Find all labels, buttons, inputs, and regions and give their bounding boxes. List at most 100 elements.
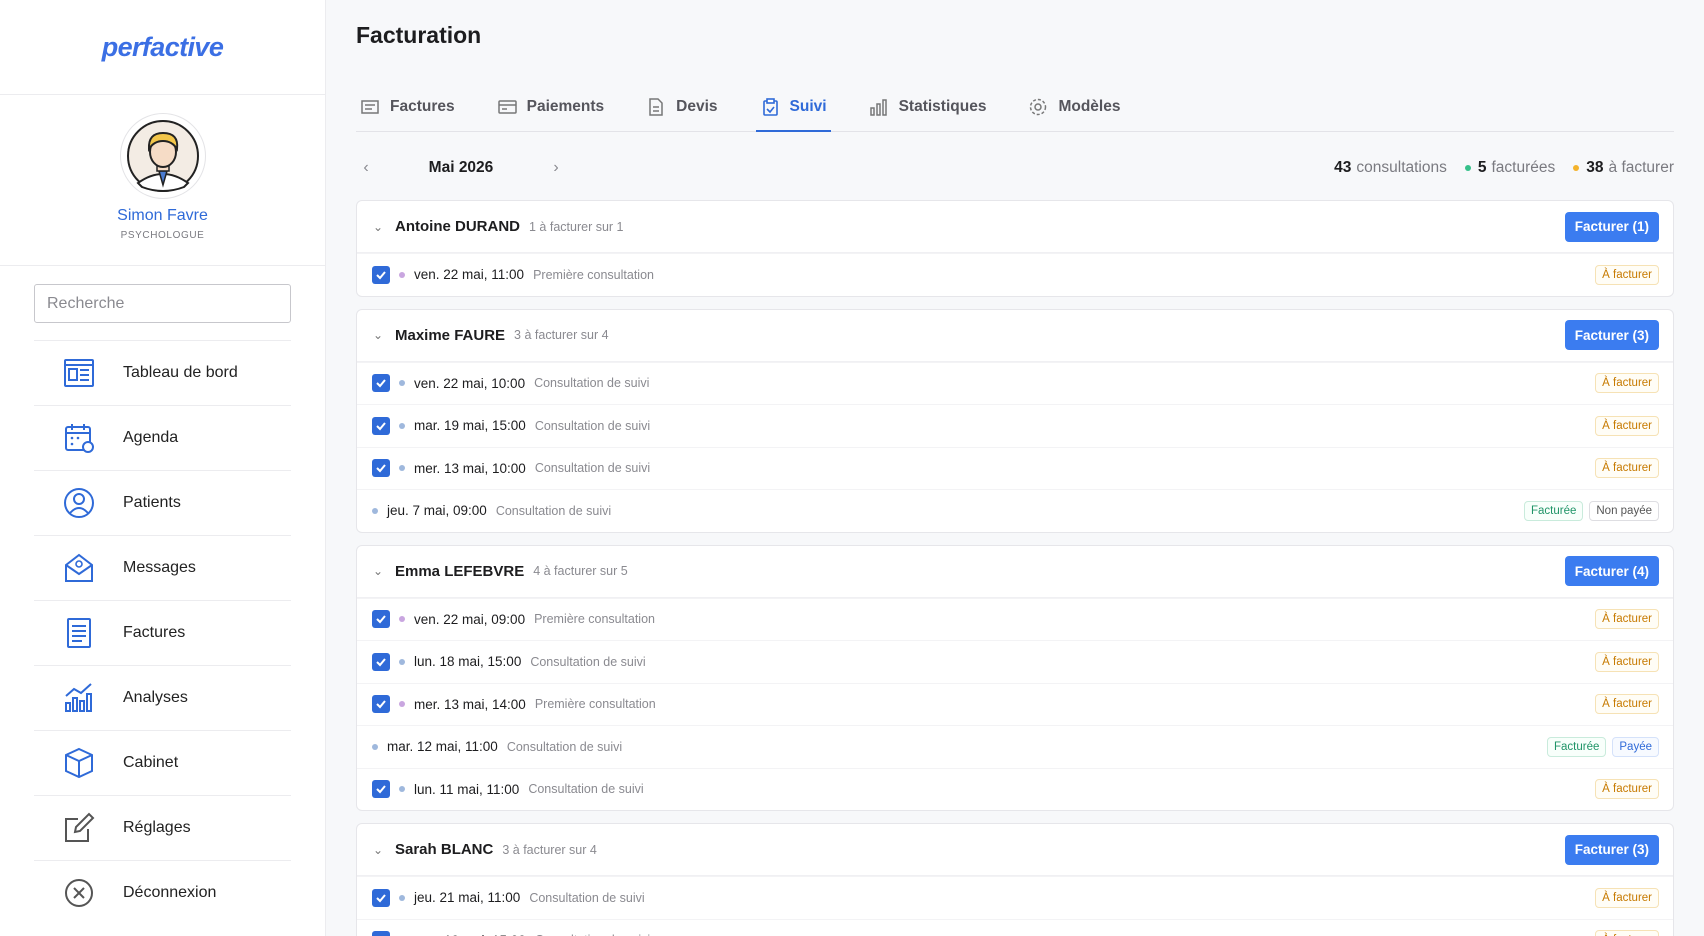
chart-icon	[65, 683, 92, 712]
consultation-type: Première consultation	[533, 267, 654, 282]
consultation-row: ven. 22 mai, 11:00 Première consultation À…	[357, 253, 1673, 296]
user-icon	[64, 488, 94, 518]
row-checkbox[interactable]	[372, 459, 390, 478]
consultation-date: jeu. 21 mai, 11:00	[414, 890, 521, 906]
status-badge: À facturer	[1595, 651, 1659, 672]
bill-button[interactable]: Facturer (1)	[1564, 211, 1659, 242]
row-checkbox[interactable]	[372, 416, 390, 435]
status-badge: À facturer	[1595, 779, 1659, 800]
chevron-down-icon[interactable]: ⌄	[373, 564, 385, 578]
consultation-date: mar. 19 mai, 15:00	[414, 418, 526, 434]
sidebar-item-factures[interactable]: Factures	[34, 600, 291, 665]
tab-suivi[interactable]: Suivi	[755, 84, 831, 132]
sidebar-item-label: Tableau de bord	[123, 364, 238, 381]
consultation-date: mer. 13 mai, 10:00	[414, 460, 526, 476]
profile-name[interactable]: Simon Favre	[0, 207, 325, 225]
profile-card: Simon Favre PSYCHOLOGUE	[0, 95, 325, 266]
status-badges: À facturer	[1595, 779, 1659, 800]
sidebar-item-label: Patients	[123, 494, 181, 511]
row-checkbox[interactable]	[372, 265, 390, 284]
chevron-down-icon[interactable]: ⌄	[373, 220, 385, 234]
consultation-row: mar. 19 mai, 15:00 Consultation de suivi À…	[357, 404, 1673, 447]
tab-label: Paiements	[526, 98, 605, 115]
consultation-type-dot-icon	[399, 422, 405, 429]
to-bill-dot-icon	[1573, 164, 1580, 171]
patient-card-header: ⌄ Sarah BLANC 3 à facturer sur 4 Facturer (…	[357, 824, 1673, 876]
next-month-button[interactable]: ›	[546, 159, 566, 177]
logo-text: perfactive	[101, 31, 224, 62]
consultation-row: jeu. 7 mai, 09:00 Consultation de suivi Fa…	[357, 489, 1673, 532]
stat-consultations: 43 consultations	[1334, 159, 1447, 176]
tab-factures[interactable]: Factures	[356, 84, 459, 132]
row-checkbox[interactable]	[372, 888, 390, 907]
document-icon	[67, 618, 91, 648]
consultation-row: lun. 11 mai, 11:00 Consultation de suivi À…	[357, 767, 1673, 811]
status-badges: À facturer	[1595, 264, 1659, 285]
row-checkbox[interactable]	[372, 652, 390, 671]
consultation-type-dot-icon	[399, 271, 405, 278]
to-bill-count: 3 à facturer sur 4	[502, 842, 597, 857]
sidebar-item-cabinet[interactable]: Cabinet	[34, 730, 291, 795]
consultation-type: Consultation de suivi	[529, 890, 645, 905]
consultation-row: mer. 13 mai, 10:00 Consultation de suivi À…	[357, 446, 1673, 490]
sidebar: perfactive Simon Favre PSYCHOLOGUE Table…	[0, 0, 326, 936]
row-checkbox[interactable]	[372, 780, 390, 799]
tab-paiements[interactable]: Paiements	[493, 84, 609, 132]
status-badges: Facturée Non payée	[1523, 500, 1659, 521]
avatar[interactable]	[119, 113, 206, 199]
row-checkbox[interactable]	[372, 695, 390, 714]
sidebar-item-agenda[interactable]: Agenda	[34, 405, 291, 470]
patient-name: Emma LEFEBVRE	[395, 562, 525, 580]
tab-mod-les[interactable]: Modèles	[1024, 84, 1124, 132]
consultation-type-dot-icon	[399, 380, 405, 387]
chevron-down-icon[interactable]: ⌄	[373, 843, 385, 857]
tab-label: Devis	[676, 98, 718, 115]
sidebar-item-tableau-de-bord[interactable]: Tableau de bord	[34, 340, 291, 405]
sidebar-item-r-glages[interactable]: Réglages	[34, 795, 291, 860]
chevron-down-icon[interactable]: ⌄	[373, 328, 385, 342]
patient-card-header: ⌄ Emma LEFEBVRE 4 à facturer sur 5 Facturer…	[357, 546, 1673, 598]
status-badges: À facturer	[1595, 887, 1659, 908]
status-badge: À facturer	[1595, 415, 1659, 436]
bill-button[interactable]: Facturer (3)	[1564, 320, 1659, 350]
consultation-type: Première consultation	[534, 612, 655, 627]
logo[interactable]: perfactive	[0, 0, 325, 95]
check-icon	[376, 700, 386, 709]
sidebar-item-analyses[interactable]: Analyses	[34, 665, 291, 730]
bill-button[interactable]: Facturer (3)	[1564, 834, 1659, 865]
month-stats: 43 consultations 5 facturées 38 à facturer	[1334, 159, 1674, 177]
row-checkbox[interactable]	[372, 931, 390, 936]
bill-button[interactable]: Facturer (4)	[1564, 556, 1659, 586]
profile-role: PSYCHOLOGUE	[120, 230, 205, 241]
sidebar-item-patients[interactable]: Patients	[34, 470, 291, 535]
check-icon	[376, 785, 386, 794]
tab-label: Suivi	[789, 98, 827, 115]
check-icon	[376, 271, 386, 280]
clipboard-icon	[762, 98, 778, 116]
consultation-type: Consultation de suivi	[534, 418, 651, 433]
consultation-row: mar. 12 mai, 11:00 Consultation de suivi F…	[357, 725, 1673, 768]
patient-card: ⌄ Antoine DURAND 1 à facturer sur 1 Facture…	[356, 200, 1674, 297]
check-icon	[376, 658, 386, 667]
status-badges: À facturer	[1595, 930, 1659, 936]
row-checkbox[interactable]	[372, 374, 390, 393]
billed-dot-icon	[1464, 164, 1471, 171]
status-badge: À facturer	[1595, 264, 1659, 285]
search-input[interactable]	[34, 284, 291, 323]
card-icon	[497, 100, 517, 114]
status-badge: Facturée	[1547, 736, 1607, 757]
status-badges: À facturer	[1595, 609, 1659, 630]
sidebar-item-messages[interactable]: Messages	[34, 535, 291, 600]
to-bill-count: 4 à facturer sur 5	[533, 564, 628, 578]
prev-month-button[interactable]: ‹	[356, 159, 376, 177]
patient-card: ⌄ Maxime FAURE 3 à facturer sur 4 Facturer …	[356, 308, 1674, 533]
consultation-type: Consultation de suivi	[534, 461, 651, 476]
row-checkbox[interactable]	[372, 610, 390, 629]
tab-devis[interactable]: Devis	[642, 84, 721, 132]
tab-statistiques[interactable]: Statistiques	[865, 84, 991, 132]
patient-name: Maxime FAURE	[395, 326, 506, 344]
consultation-type-dot-icon	[399, 658, 405, 665]
sidebar-item-d-connexion[interactable]: Déconnexion	[34, 860, 291, 925]
consultation-row: ven. 22 mai, 10:00 Consultation de suivi À…	[357, 361, 1673, 405]
status-badge: À facturer	[1595, 887, 1659, 908]
